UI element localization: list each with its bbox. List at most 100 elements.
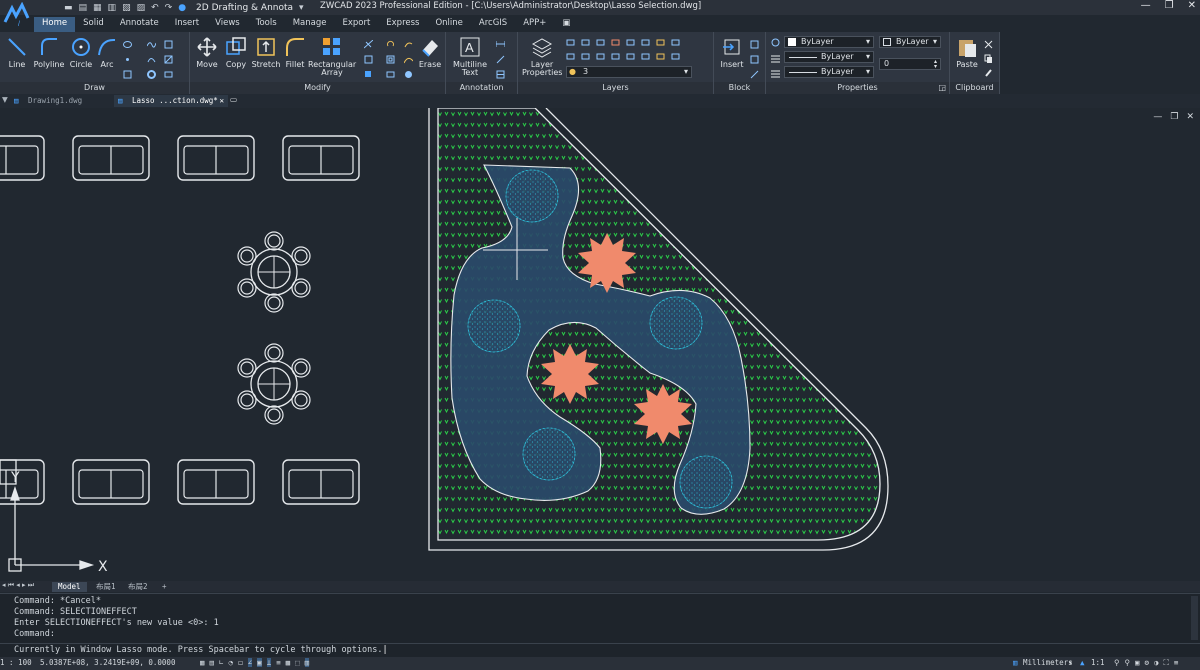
tab-insert[interactable]: Insert (167, 17, 207, 32)
plot-icon[interactable]: ▨ (137, 3, 146, 13)
leader-icon[interactable] (496, 55, 505, 64)
attribute-icon[interactable] (750, 70, 759, 79)
linetype-dropdown[interactable]: ByLayer ▾ (784, 51, 874, 63)
ellipse-icon[interactable] (123, 40, 132, 49)
workspace-switch-icon[interactable]: ▣ (1135, 658, 1140, 668)
tab-list-icon[interactable]: ▼ (2, 95, 8, 104)
save-icon[interactable]: ▦ (93, 3, 102, 13)
rectangular-array-button[interactable]: Rectangular Array (308, 36, 356, 77)
close-icon[interactable]: ✕ (1188, 0, 1196, 11)
tab-home[interactable]: Home (34, 17, 76, 32)
fillet-button[interactable]: Fillet (283, 36, 307, 69)
rotate-icon[interactable] (386, 40, 395, 49)
ortho-icon[interactable]: ∟ (219, 658, 224, 667)
quick-properties-icon[interactable]: ▥ (304, 658, 310, 667)
linetype-icon[interactable] (771, 69, 780, 78)
scale-icon[interactable] (404, 40, 413, 49)
selection-cycling-icon[interactable]: ⬚ (295, 658, 300, 667)
undo-icon[interactable]: ↶ (151, 3, 159, 13)
chamfer-icon[interactable] (404, 70, 413, 79)
round-table-block[interactable] (237, 343, 311, 425)
annotation-visibility-icon[interactable]: ⚲ (1114, 658, 1120, 668)
rectangle-icon[interactable] (164, 40, 173, 49)
layer-lock-icon[interactable] (626, 38, 635, 47)
layer-translate-icon[interactable] (671, 52, 680, 61)
open-icon[interactable]: ▤ (79, 3, 88, 13)
drawing-canvas[interactable]: — ❐ ✕ Y X (0, 108, 1200, 581)
sofa-block[interactable] (177, 135, 255, 181)
maximize-icon[interactable]: ❐ (1165, 0, 1174, 11)
sofa-block[interactable] (177, 459, 255, 505)
dyn-input-icon[interactable]: ▣ (257, 658, 262, 667)
mirror-icon[interactable] (364, 55, 373, 64)
copy-button[interactable]: Copy (223, 36, 249, 69)
units-readout[interactable]: Millimeters (1023, 658, 1073, 667)
sofa-block[interactable] (282, 459, 360, 505)
insert-block-button[interactable]: Insert (718, 36, 746, 69)
layer-copy-icon[interactable] (656, 52, 665, 61)
tree-block[interactable] (649, 296, 703, 350)
line-button[interactable]: Line (4, 36, 30, 69)
create-block-icon[interactable] (750, 40, 759, 49)
paste-button[interactable]: Paste (954, 36, 980, 69)
erase-button[interactable]: Erase (416, 36, 444, 69)
copy-clip-icon[interactable] (984, 54, 993, 63)
cut-icon[interactable] (984, 40, 993, 49)
hatch-icon[interactable] (164, 55, 173, 64)
sofa-block[interactable] (0, 135, 45, 181)
grid-icon[interactable]: ▦ (200, 658, 205, 667)
lineweight-toggle-icon[interactable]: ≡ (276, 658, 281, 667)
isolate-objects-icon[interactable]: ◑ (1154, 658, 1159, 668)
match-properties-icon[interactable] (771, 38, 780, 47)
print-icon[interactable]: ▧ (122, 3, 131, 13)
sofa-block[interactable] (72, 135, 150, 181)
tree-block[interactable] (467, 299, 521, 353)
chevron-down-icon[interactable]: ▾ (1068, 658, 1073, 667)
trim-icon[interactable] (364, 40, 373, 49)
layer-freeze-icon[interactable] (611, 38, 620, 47)
gear-icon[interactable]: ⚙ (1145, 658, 1150, 668)
tab-layout2[interactable]: 布局2 (122, 582, 154, 592)
lineweight-dropdown[interactable]: ByLayer ▾ (784, 66, 874, 78)
tab-add-layout[interactable]: + (156, 582, 173, 592)
ribbon-minimize-icon[interactable]: ▣ (554, 17, 578, 32)
save-as-icon[interactable]: ▥ (108, 3, 117, 13)
layer-properties-button[interactable]: Layer Properties (522, 36, 562, 77)
region-icon[interactable] (123, 70, 132, 79)
tab-manage[interactable]: Manage (285, 17, 335, 32)
workspace-selector[interactable]: 2D Drafting & Annota (196, 3, 293, 13)
auto-scale-icon[interactable]: ⚲ (1125, 658, 1131, 668)
dyn-ucs-icon[interactable]: ⊥ (266, 658, 272, 667)
close-tab-icon[interactable]: ✕ (219, 95, 224, 107)
file-tab-lasso-selection[interactable]: ▤ Lasso ...ction.dwg* ✕ (114, 95, 228, 107)
sofa-block[interactable] (0, 459, 45, 505)
tree-block[interactable] (679, 455, 733, 509)
minimize-icon[interactable]: — (1141, 0, 1151, 11)
layer-off-icon[interactable] (596, 38, 605, 47)
sofa-block[interactable] (72, 459, 150, 505)
donut-icon[interactable] (147, 70, 156, 79)
edit-block-icon[interactable] (750, 55, 759, 64)
customize-icon[interactable]: ≡ (1174, 658, 1179, 668)
match-prop-brush-icon[interactable] (984, 68, 993, 77)
chevron-down-icon[interactable]: ▾ (299, 3, 304, 13)
command-scrollbar[interactable] (1191, 596, 1198, 640)
tab-annotate[interactable]: Annotate (112, 17, 167, 32)
tab-layout1[interactable]: 布局1 (90, 582, 122, 592)
break-icon[interactable] (386, 70, 395, 79)
lineweight-icon[interactable] (771, 54, 780, 63)
fullscreen-icon[interactable]: ⛶ (1164, 658, 1169, 668)
stretch-button[interactable]: Stretch (250, 36, 282, 69)
redo-icon[interactable]: ↷ (165, 3, 173, 13)
tab-solid[interactable]: Solid (75, 17, 112, 32)
file-tab-drawing1[interactable]: ▤ Drawing1.dwg (10, 95, 114, 107)
tab-views[interactable]: Views (207, 17, 248, 32)
osnap-icon[interactable]: ◻ (238, 658, 243, 667)
layer-dropdown[interactable]: ● 3 ▾ (566, 66, 692, 78)
annotation-scale-readout[interactable]: 1:1 (1091, 658, 1105, 667)
table-icon[interactable] (496, 70, 505, 79)
transparency-field[interactable]: 0 ▴ ▾ (879, 58, 941, 70)
tab-express[interactable]: Express (378, 17, 427, 32)
arc-button[interactable]: Arc (96, 36, 118, 69)
circle-button[interactable]: Circle (68, 36, 94, 69)
